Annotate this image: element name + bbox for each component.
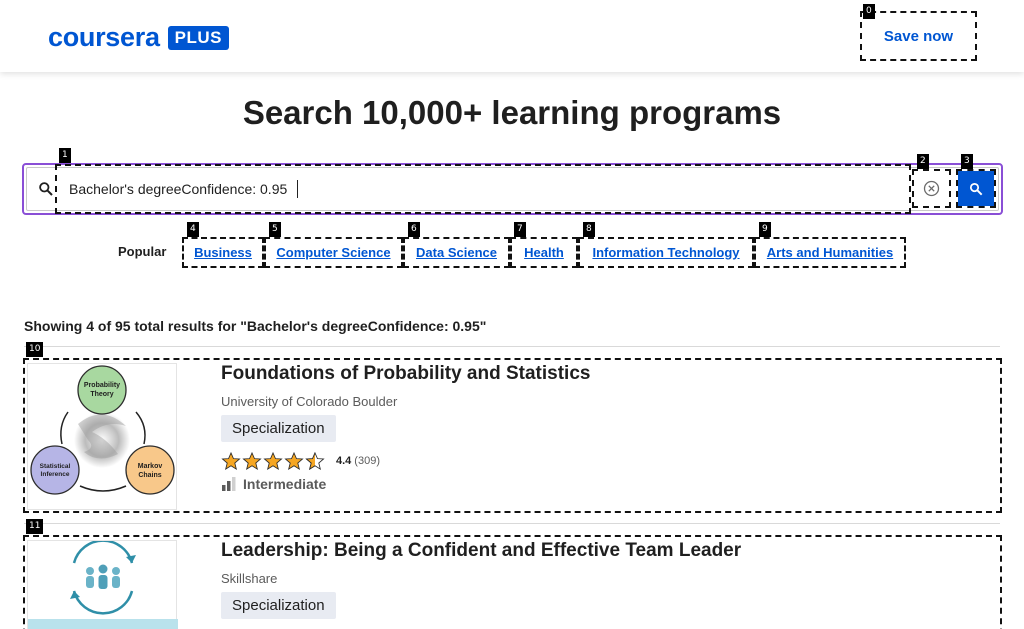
divider	[24, 523, 1000, 524]
half-star-icon	[305, 452, 325, 470]
element-index-tag: 8	[583, 222, 595, 237]
svg-text:Markov: Markov	[138, 463, 163, 470]
difficulty-bars-icon	[222, 477, 236, 491]
popular-business-link[interactable]: Business	[182, 237, 264, 268]
svg-text:Inference: Inference	[41, 471, 70, 478]
course-thumbnail	[27, 539, 178, 629]
popular-label: Popular	[118, 244, 167, 259]
search-icon	[39, 182, 53, 196]
review-count: (309)	[354, 455, 380, 467]
probability-diagram-image: Probability Theory Statistical Inference…	[30, 365, 175, 495]
divider	[24, 346, 1000, 347]
course-partner: University of Colorado Boulder	[221, 394, 398, 409]
difficulty-level: Intermediate	[221, 476, 326, 492]
popular-health-link[interactable]: Health	[510, 237, 578, 268]
difficulty-level-label: Intermediate	[243, 476, 327, 492]
svg-text:Statistical: Statistical	[40, 463, 71, 470]
star-icon	[284, 452, 304, 470]
result-card[interactable]: Probability Theory Statistical Inference…	[23, 358, 1002, 513]
svg-text:Theory: Theory	[90, 391, 113, 398]
team-leader-image	[28, 539, 178, 629]
results-summary: Showing 4 of 95 total results for "Bache…	[24, 318, 487, 334]
close-circle-icon	[923, 180, 940, 197]
search-input[interactable]	[55, 164, 911, 214]
plus-badge: PLUS	[167, 25, 230, 50]
page-title: Search 10,000+ learning programs	[242, 94, 782, 131]
element-index-tag: 3	[961, 154, 973, 169]
element-index-tag: 1	[59, 148, 71, 163]
save-now-button[interactable]: Save now	[860, 11, 977, 61]
rating-stars: 4.4 (309)	[221, 452, 380, 470]
product-type-badge: Specialization	[221, 415, 336, 442]
star-icon	[263, 452, 283, 470]
element-index-tag: 10	[26, 342, 44, 357]
clear-search-button[interactable]	[912, 169, 951, 208]
course-title[interactable]: Leadership: Being a Confident and Effect…	[221, 540, 741, 562]
element-index-tag: 6	[408, 222, 420, 237]
text-caret	[297, 180, 298, 198]
search-submit-button[interactable]	[956, 169, 996, 208]
rating-value: 4.4	[336, 455, 352, 467]
element-index-tag: 5	[269, 222, 281, 237]
element-index-tag: 2	[917, 154, 929, 169]
course-partner: Skillshare	[221, 571, 278, 586]
svg-text:Probability: Probability	[84, 382, 120, 389]
element-index-tag: 9	[759, 222, 771, 237]
course-thumbnail: Probability Theory Statistical Inference…	[27, 363, 177, 510]
element-index-tag: 0	[863, 4, 875, 19]
star-icon	[221, 452, 241, 470]
search-submit-fill	[958, 171, 994, 206]
search-icon	[969, 182, 983, 195]
svg-text:Chains: Chains	[138, 472, 161, 479]
popular-information-technology-link[interactable]: Information Technology	[578, 237, 754, 268]
popular-arts-and-humanities-link[interactable]: Arts and Humanities	[754, 237, 906, 268]
element-index-tag: 7	[514, 222, 526, 237]
course-title[interactable]: Foundations of Probability and Statistic…	[221, 363, 590, 385]
element-index-tag: 11	[26, 519, 44, 534]
product-type-badge: Specialization	[221, 592, 336, 619]
popular-computer-science-link[interactable]: Computer Science	[264, 237, 403, 268]
result-card[interactable]: Leadership: Being a Confident and Effect…	[23, 535, 1002, 629]
popular-data-science-link[interactable]: Data Science	[403, 237, 510, 268]
element-index-tag: 4	[187, 222, 199, 237]
star-icon	[242, 452, 262, 470]
logo-wordmark: coursera	[48, 22, 160, 52]
coursera-plus-logo[interactable]: coursera PLUS	[48, 22, 230, 53]
